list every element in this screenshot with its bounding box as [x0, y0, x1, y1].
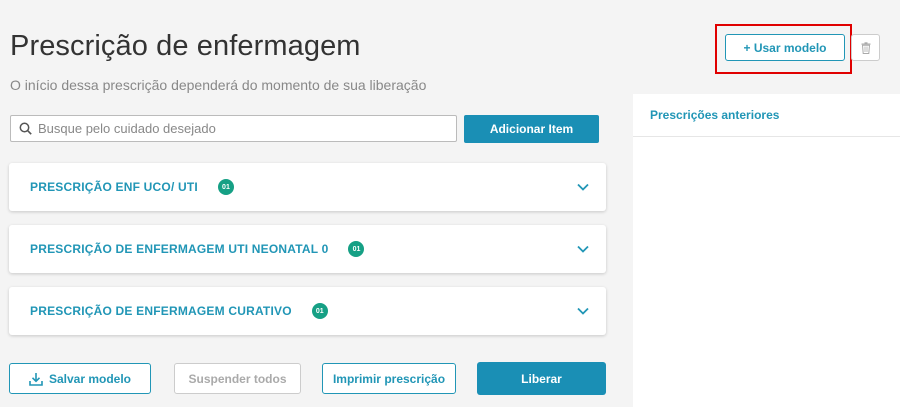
chevron-down-icon[interactable]	[576, 242, 590, 256]
suspend-all-button: Suspender todos	[174, 363, 301, 394]
page-subtitle: O início dessa prescrição dependerá do m…	[10, 77, 427, 93]
save-model-button[interactable]: Salvar modelo	[9, 363, 151, 394]
use-model-label: + Usar modelo	[743, 40, 827, 55]
prescription-title: PRESCRIÇÃO DE ENFERMAGEM CURATIVO	[30, 304, 292, 318]
prescription-title: PRESCRIÇÃO ENF UCO/ UTI	[30, 180, 198, 194]
page-title: Prescrição de enfermagem	[10, 30, 361, 62]
add-item-button[interactable]: Adicionar Item	[464, 115, 599, 143]
count-badge: 01	[217, 179, 234, 195]
chevron-down-icon[interactable]	[576, 304, 590, 318]
previous-prescriptions-title: Prescrições anteriores	[633, 94, 900, 137]
search-input[interactable]	[38, 121, 438, 136]
download-icon	[29, 372, 43, 386]
print-prescription-button[interactable]: Imprimir prescrição	[322, 363, 456, 394]
chevron-down-icon[interactable]	[576, 180, 590, 194]
prescription-card[interactable]: PRESCRIÇÃO DE ENFERMAGEM UTI NEONATAL 0 …	[9, 225, 606, 273]
search-field[interactable]	[10, 115, 457, 142]
trash-icon	[861, 41, 870, 54]
count-badge: 01	[311, 303, 328, 319]
release-button[interactable]: Liberar	[477, 362, 606, 395]
prescription-title: PRESCRIÇÃO DE ENFERMAGEM UTI NEONATAL 0	[30, 242, 329, 256]
previous-prescriptions-panel: Prescrições anteriores	[633, 94, 900, 407]
prescription-card[interactable]: PRESCRIÇÃO DE ENFERMAGEM CURATIVO 01	[9, 287, 606, 335]
save-model-label: Salvar modelo	[48, 371, 132, 386]
delete-button[interactable]	[851, 34, 880, 61]
prescription-card[interactable]: PRESCRIÇÃO ENF UCO/ UTI 01	[9, 163, 606, 211]
use-model-button[interactable]: + Usar modelo	[725, 34, 845, 61]
count-badge: 01	[348, 241, 365, 257]
search-icon	[19, 122, 32, 135]
